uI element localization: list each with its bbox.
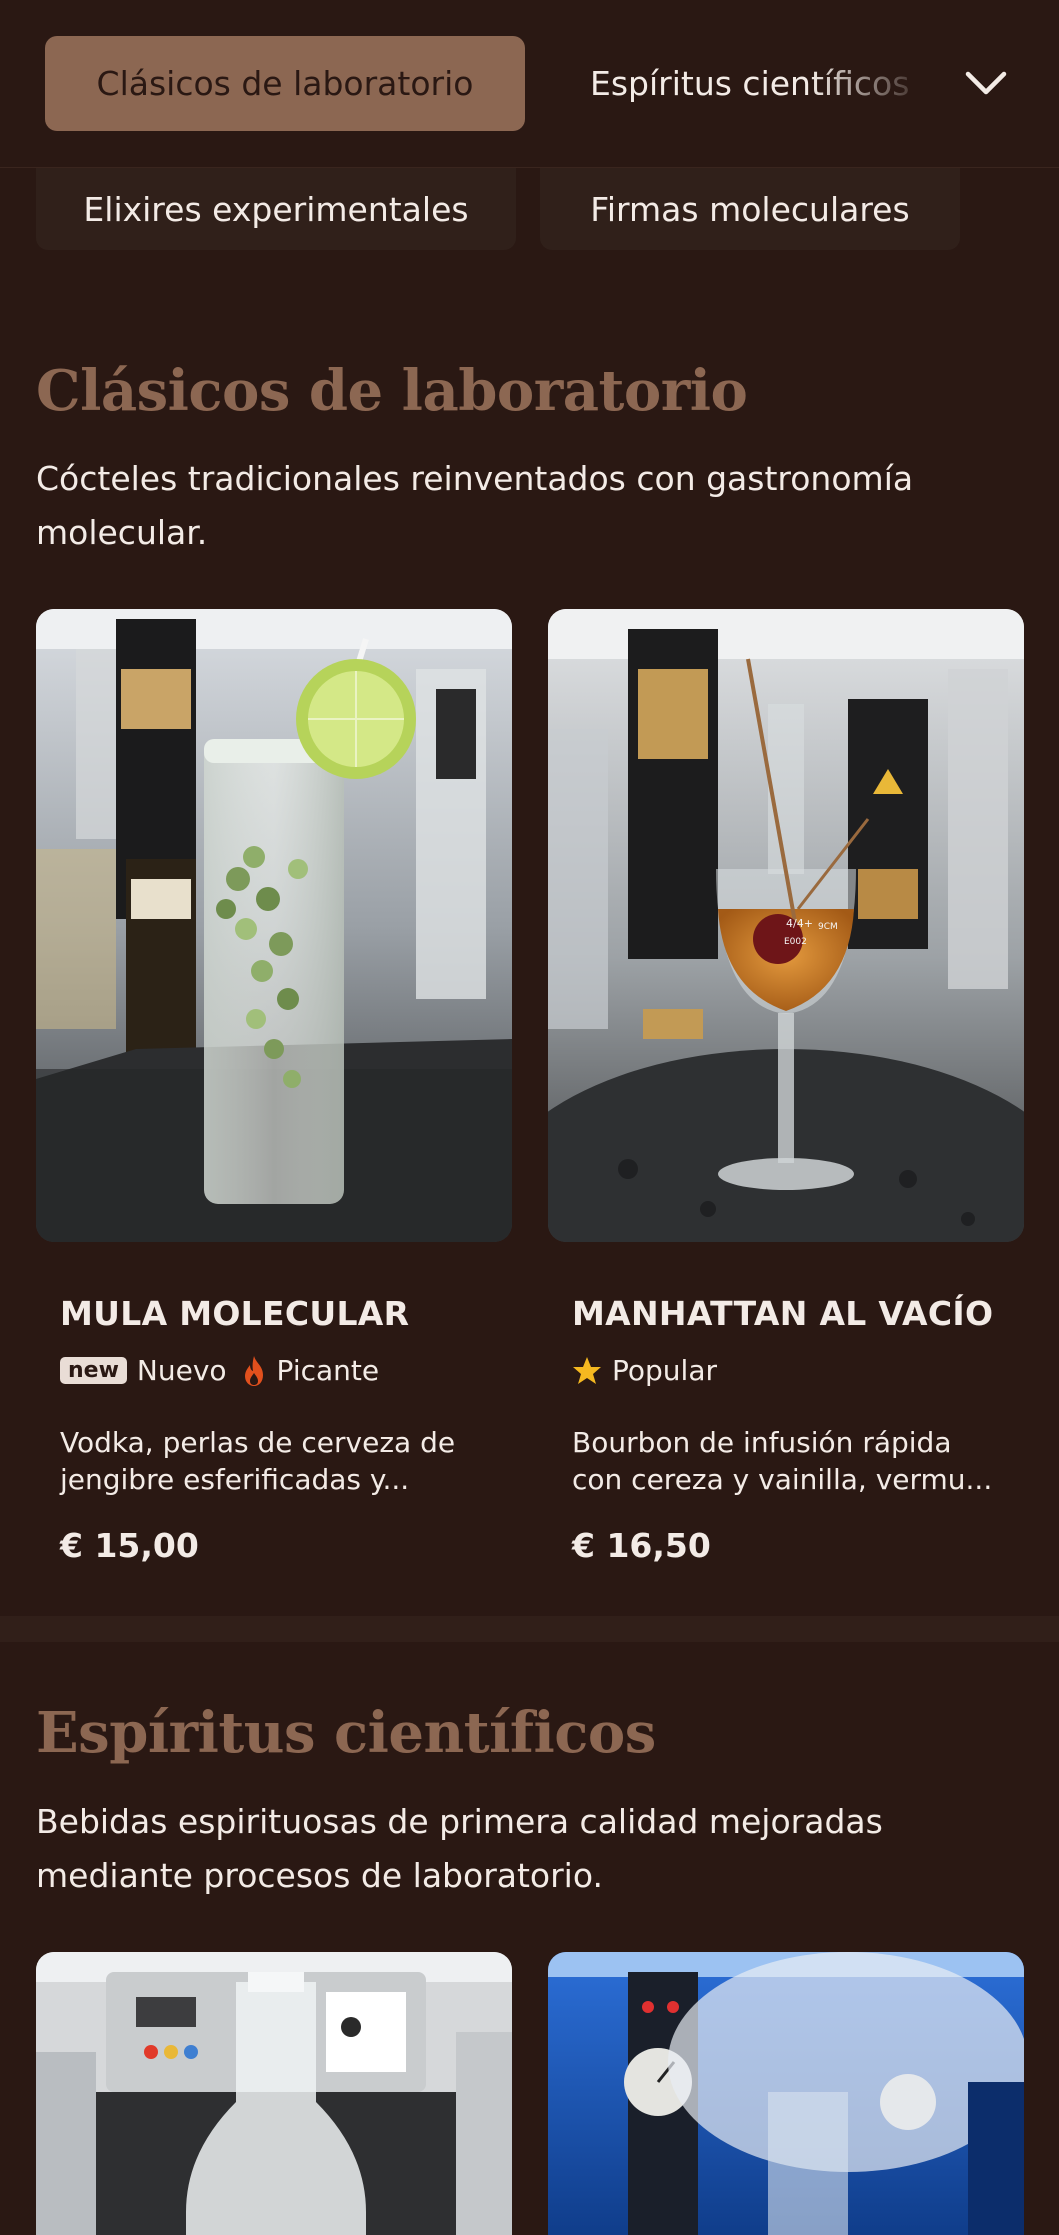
tag-label: Popular xyxy=(612,1354,717,1387)
spirit-photo xyxy=(548,1952,1024,2235)
glass-marking: 4/4+ xyxy=(786,917,813,930)
product-description: Vodka, perlas de cerveza de jengibre esf… xyxy=(60,1424,490,1498)
tab-label: Elixires experimentales xyxy=(83,189,469,229)
new-badge: new xyxy=(60,1357,127,1384)
expand-categories-button[interactable] xyxy=(958,55,1014,111)
spirit-photo xyxy=(36,1952,512,2235)
tab-elixires-experimentales[interactable]: Elixires experimentales xyxy=(36,168,516,250)
product-image[interactable] xyxy=(36,1952,512,2235)
product-price: € 16,50 xyxy=(572,1526,711,1565)
tab-espiritus-cientificos[interactable]: Espíritus científicos xyxy=(590,36,930,131)
product-description-line: Vodka, perlas de cerveza de xyxy=(60,1426,456,1459)
product-price: € 15,00 xyxy=(60,1526,199,1565)
tag-label: Nuevo xyxy=(136,1354,227,1387)
product-tags: new Nuevo Picante xyxy=(60,1354,379,1387)
product-description-line: Bourbon de infusión rápida xyxy=(572,1426,952,1459)
cocktail-photo xyxy=(36,609,512,1242)
tab-clasicos-de-laboratorio[interactable]: Clásicos de laboratorio xyxy=(45,36,525,131)
product-description-line: jengibre esferificadas y... xyxy=(60,1463,410,1496)
section-title: Espíritus científicos xyxy=(36,1700,656,1766)
section-divider xyxy=(0,1616,1059,1642)
product-name: MULA MOLECULAR xyxy=(60,1294,410,1333)
star-icon xyxy=(573,1356,601,1384)
section-title: Clásicos de laboratorio xyxy=(36,358,748,424)
product-tags: Popular xyxy=(572,1354,717,1387)
product-image[interactable] xyxy=(548,1952,1024,2235)
glass-marking: 9CM xyxy=(818,922,838,932)
tab-label: Clásicos de laboratorio xyxy=(96,64,474,103)
tab-firmas-moleculares[interactable]: Firmas moleculares xyxy=(540,168,960,250)
product-name: MANHATTAN AL VACÍO xyxy=(572,1294,994,1333)
category-nav-row-2: Elixires experimentales Firmas molecular… xyxy=(0,168,1059,254)
product-description-line: con cereza y vainilla, vermu... xyxy=(572,1463,993,1496)
tab-label: Firmas moleculares xyxy=(590,189,910,229)
chevron-down-icon xyxy=(965,71,1007,95)
product-image-manhattan-al-vacio[interactable]: 4/4+ 9CM E002 xyxy=(548,609,1024,1242)
product-description: Bourbon de infusión rápida con cereza y … xyxy=(572,1424,1002,1498)
product-image-mula-molecular[interactable] xyxy=(36,609,512,1242)
tag-label: Picante xyxy=(276,1354,380,1387)
glass-marking: E002 xyxy=(784,937,807,947)
fire-icon xyxy=(244,1355,263,1386)
category-nav: Clásicos de laboratorio Espíritus cientí… xyxy=(0,0,1059,168)
section-description: Bebidas espirituosas de primera calidad … xyxy=(36,1802,883,1895)
tab-label: Espíritus científicos xyxy=(590,64,910,103)
cocktail-photo: 4/4+ 9CM E002 xyxy=(548,609,1024,1242)
section-description: Cócteles tradicionales reinventados con … xyxy=(36,459,914,552)
